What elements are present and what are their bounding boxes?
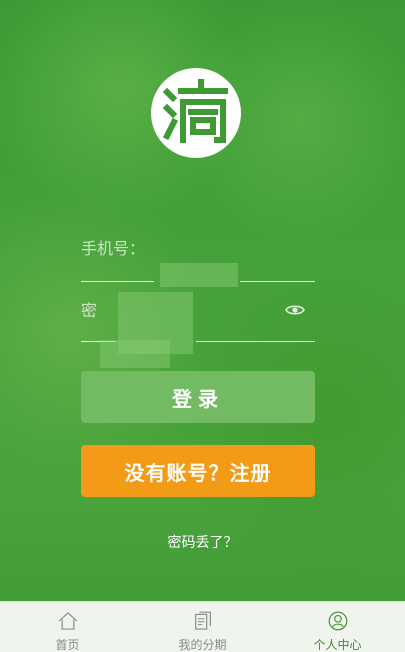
register-button[interactable]: 没有账号？注册 bbox=[81, 445, 315, 497]
password-underline-right bbox=[196, 341, 315, 342]
phone-mosaic bbox=[160, 263, 238, 287]
phone-underline-right bbox=[240, 281, 315, 282]
tab-personal-center-label: 个人中心 bbox=[313, 638, 362, 652]
tab-my-installments[interactable]: 我的分期 bbox=[135, 602, 270, 652]
phone-input[interactable] bbox=[160, 236, 319, 266]
phone-label: 手机号： bbox=[81, 239, 146, 258]
password-label: 密 bbox=[81, 301, 98, 320]
tab-my-installments-label: 我的分期 bbox=[178, 638, 227, 652]
home-icon bbox=[58, 612, 77, 630]
bottom-tab-bar: 首页 我的分期 个人中心 bbox=[0, 601, 405, 652]
password-mosaic-lower bbox=[100, 340, 170, 368]
tab-personal-center[interactable]: 个人中心 bbox=[270, 602, 405, 652]
phone-underline-left bbox=[81, 281, 154, 282]
user-icon bbox=[328, 611, 347, 631]
logo-icon bbox=[162, 79, 228, 143]
forgot-password-link[interactable]: 密码丢了？ bbox=[0, 532, 405, 552]
document-icon bbox=[194, 611, 211, 630]
eye-icon[interactable] bbox=[285, 303, 305, 317]
tab-home[interactable]: 首页 bbox=[0, 602, 135, 652]
login-button[interactable]: 登录 bbox=[81, 371, 315, 423]
tab-home-label: 首页 bbox=[55, 638, 80, 652]
app-logo bbox=[151, 68, 241, 158]
